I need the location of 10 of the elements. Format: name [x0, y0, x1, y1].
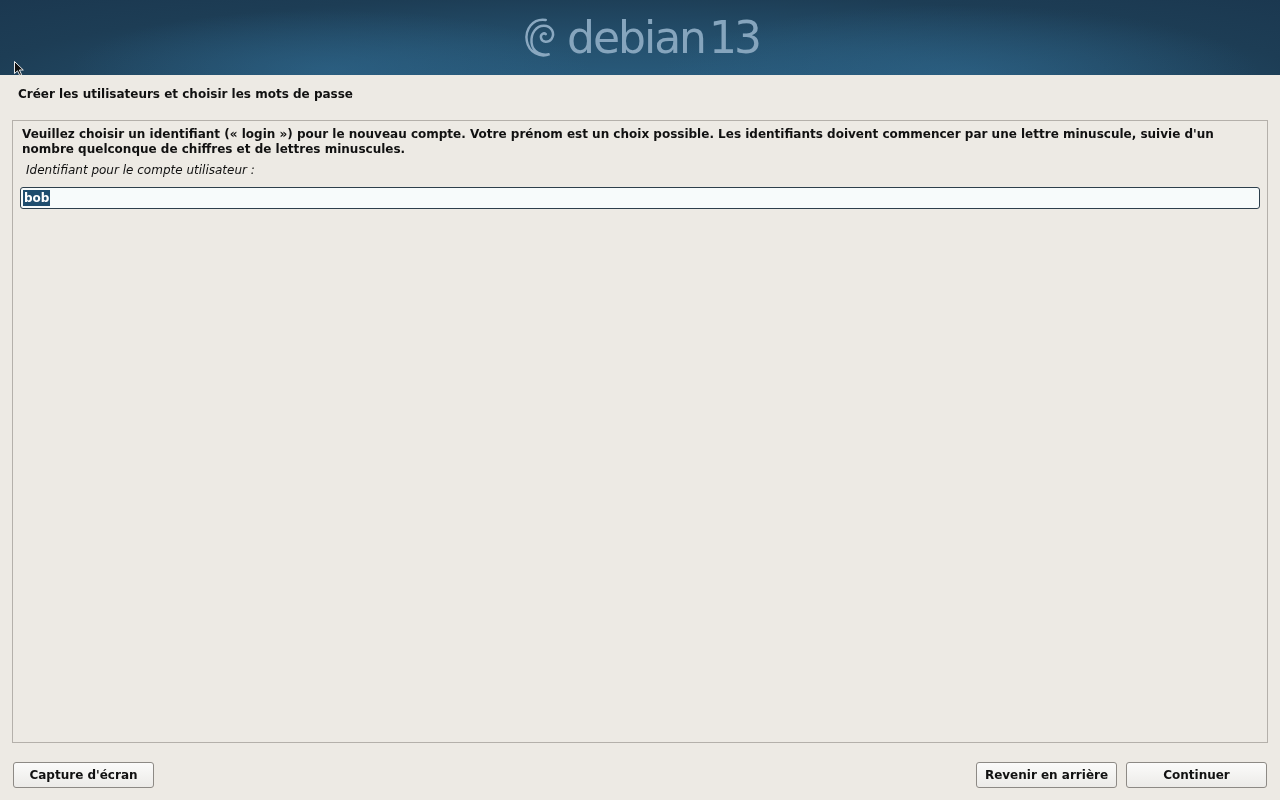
logo-version: 13	[709, 15, 759, 60]
logo-text: debian	[567, 15, 705, 60]
username-input[interactable]: bob	[20, 187, 1260, 209]
mouse-pointer-icon	[14, 61, 24, 76]
description-text: Veuillez choisir un identifiant (« login ») pour le nouveau compte. Votre prénom est un choix possible. Les identifiants doivent commencer par une lettre minuscule, suivie d'un nombre quelconque de chiffres et de lettres minuscules.	[21, 127, 1215, 157]
field-label: Identifiant pour le compte utilisateur :	[26, 162, 256, 178]
page-title: Créer les utilisateurs et choisir les mots de passe	[18, 87, 353, 101]
action-button[interactable]: Continuer	[1126, 761, 1267, 788]
action-button[interactable]: Capture d'écran	[13, 761, 154, 788]
action-button[interactable]: Revenir en arrière	[976, 761, 1117, 788]
